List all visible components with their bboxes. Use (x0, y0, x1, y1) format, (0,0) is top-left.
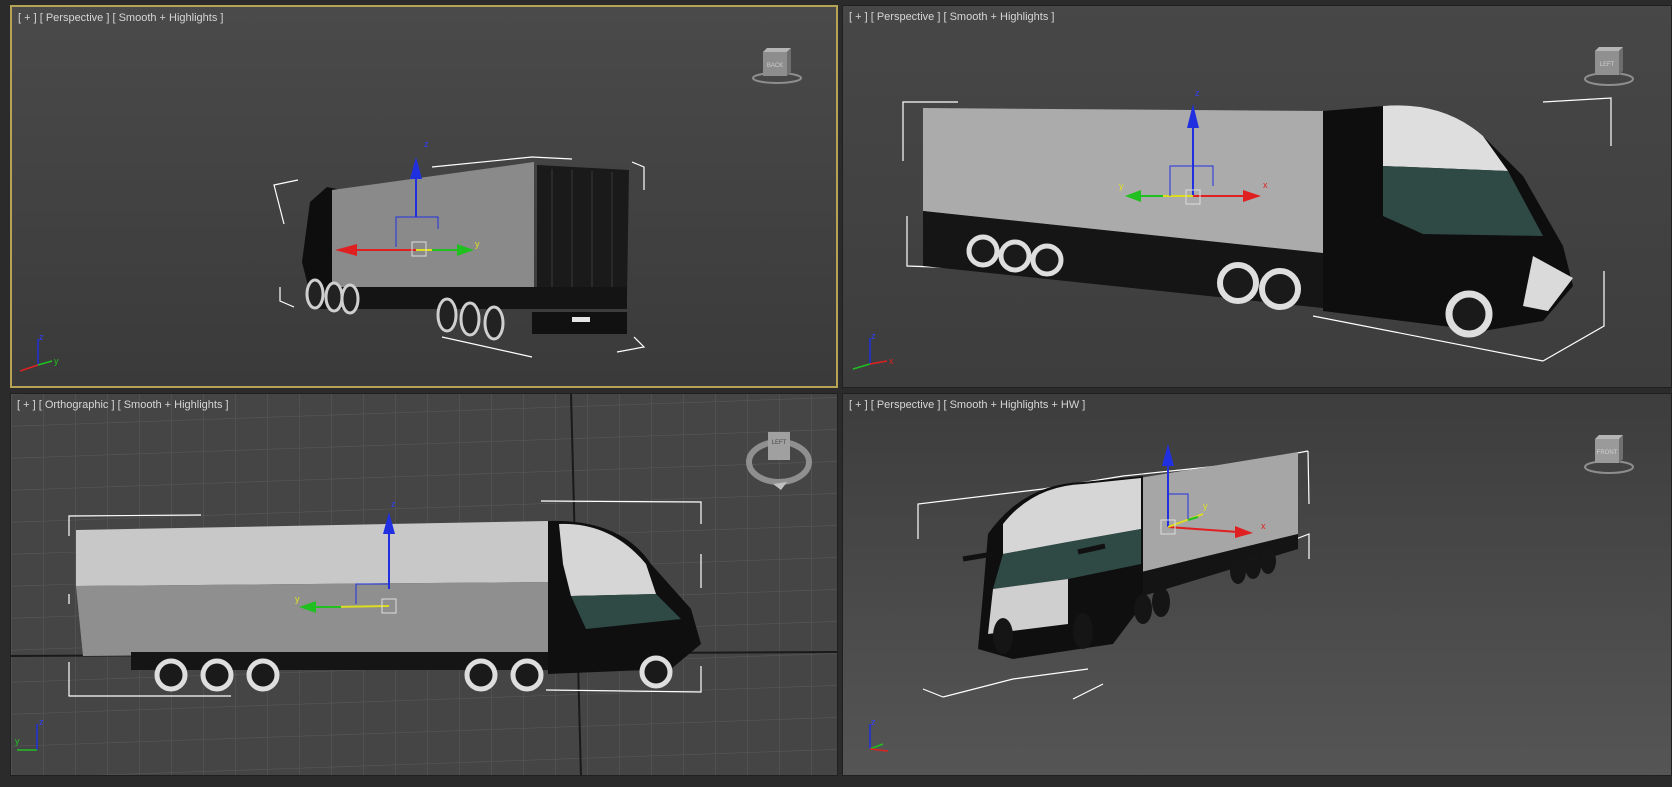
gizmo-z-label: z (391, 499, 396, 509)
viewcube-icon[interactable]: BACK (749, 42, 805, 92)
gizmo-y-label: y (295, 594, 300, 604)
viewport-shading-label[interactable]: [ Smooth + Highlights ] (112, 12, 223, 24)
world-axis-tripod: z x (852, 331, 894, 370)
viewport-label: [ + ] [ Perspective ] [ Smooth + Highlig… (18, 12, 223, 24)
viewport-label: [ + ] [ Orthographic ] [ Smooth + Highli… (17, 399, 229, 411)
viewport-perspective-top-right[interactable]: [ + ] [ Perspective ] [ Smooth + Highlig… (842, 5, 1672, 388)
gizmo-y-label: y (1203, 501, 1208, 511)
viewcube-icon[interactable]: LEFT (1581, 41, 1637, 91)
viewport-perspective-top-left[interactable]: [ + ] [ Perspective ] [ Smooth + Highlig… (10, 5, 838, 388)
world-z-label: z (39, 717, 44, 727)
world-z-label: z (871, 717, 876, 727)
world-z-label: z (871, 331, 876, 341)
trailer-side (76, 582, 548, 656)
world-z-label: z (39, 332, 44, 342)
status-bar (0, 778, 1672, 787)
viewport-shading-label[interactable]: [ Smooth + Highlights ] (118, 399, 229, 411)
trailer-side (332, 162, 534, 297)
world-axis-tripod: z (869, 717, 889, 752)
viewport-view-label[interactable]: [ Perspective ] (40, 12, 110, 24)
gizmo-z-label: z (424, 139, 429, 149)
gizmo-x-label: x (1261, 521, 1266, 531)
trailer-top (76, 521, 548, 586)
scene-semi-truck-front[interactable]: x y z (843, 394, 1672, 776)
viewcube-face-label: LEFT (772, 440, 787, 446)
scene-semi-truck-rear[interactable]: z y z y (12, 7, 838, 388)
viewport-label: [ + ] [ Perspective ] [ Smooth + Highlig… (849, 399, 1085, 411)
quad-viewport-layout: [ + ] [ Perspective ] [ Smooth + Highlig… (0, 0, 1672, 787)
viewcube-face-label: LEFT (1600, 62, 1615, 68)
viewport-label: [ + ] [ Perspective ] [ Smooth + Highlig… (849, 11, 1054, 23)
viewcube-face-label: BACK (767, 63, 783, 69)
viewport-perspective-bottom-right[interactable]: [ + ] [ Perspective ] [ Smooth + Highlig… (842, 393, 1672, 776)
viewport-menu-plus[interactable]: [ + ] (849, 399, 868, 411)
world-axis-tripod: z y (19, 332, 59, 372)
viewport-shading-label[interactable]: [ Smooth + Highlights + HW ] (943, 399, 1085, 411)
viewcube-face-label: FRONT (1597, 450, 1618, 456)
viewport-menu-plus[interactable]: [ + ] (18, 12, 37, 24)
viewport-view-label[interactable]: [ Orthographic ] (39, 399, 115, 411)
viewport-view-label[interactable]: [ Perspective ] (871, 399, 941, 411)
scene-semi-truck-side[interactable]: z x y z x (843, 6, 1672, 388)
viewport-view-label[interactable]: [ Perspective ] (871, 11, 941, 23)
world-y-label: y (54, 356, 59, 366)
viewport-orthographic-bottom-left[interactable]: [ + ] [ Orthographic ] [ Smooth + Highli… (10, 393, 838, 776)
gizmo-y-label: y (1119, 181, 1124, 191)
viewcube-icon[interactable]: FRONT (1581, 429, 1637, 479)
gizmo-y-label: y (475, 239, 480, 249)
gizmo-x-label: x (1263, 180, 1268, 190)
viewport-shading-label[interactable]: [ Smooth + Highlights ] (943, 11, 1054, 23)
trailer-rear-doors (537, 165, 629, 299)
viewport-menu-plus[interactable]: [ + ] (17, 399, 36, 411)
world-x-label: x (889, 356, 894, 366)
gizmo-z-label: z (1195, 88, 1200, 98)
world-y-label: y (15, 736, 20, 746)
scene-semi-truck-ortho[interactable]: LEFT z y z y (11, 394, 838, 776)
viewport-menu-plus[interactable]: [ + ] (849, 11, 868, 23)
